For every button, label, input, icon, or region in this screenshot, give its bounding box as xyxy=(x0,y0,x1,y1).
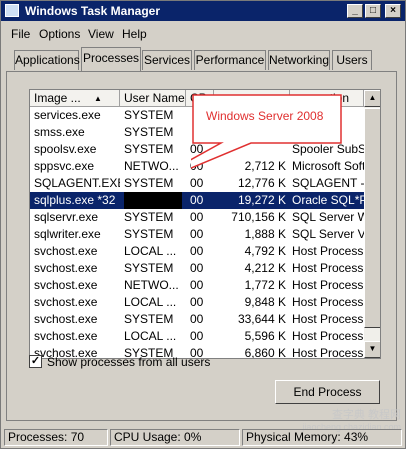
table-row[interactable]: svchost.exe LOCAL ... 00 4,792 K Host Proces… xyxy=(30,243,364,260)
show-all-users-label[interactable]: Show processes from all users xyxy=(47,355,210,369)
scroll-down-arrow-icon[interactable]: ▼ xyxy=(364,341,380,358)
scroll-thumb[interactable] xyxy=(364,108,380,328)
cell-user-name: SYSTEM xyxy=(124,142,174,156)
cell-image-name: sppsvc.exe xyxy=(34,159,95,173)
cell-description: Host Process f xyxy=(292,329,364,343)
tab-applications[interactable]: Applications xyxy=(14,50,80,70)
maximize-button[interactable]: □ xyxy=(365,4,381,18)
status-bar: Processes: 70 CPU Usage: 0% Physical Mem… xyxy=(1,427,405,448)
minimize-button[interactable]: _ xyxy=(347,4,363,18)
task-manager-window: Windows Task Manager _ □ × File Options … xyxy=(0,0,406,449)
sort-arrow-icon: ▲ xyxy=(94,94,102,103)
cell-description: Host Process f xyxy=(292,244,364,258)
menu-file[interactable]: File xyxy=(11,27,30,41)
cell-cpu: 00 xyxy=(190,227,204,241)
cell-description: Host Process f xyxy=(292,261,364,275)
cell-cpu: 00 xyxy=(190,244,204,258)
cell-description: SQL Server VS xyxy=(292,227,364,241)
cell-cpu: 00 xyxy=(190,312,204,326)
menu-bar: File Options View Help xyxy=(1,22,405,44)
window-title: Windows Task Manager xyxy=(25,4,161,18)
cell-user-name: SYSTEM xyxy=(124,125,174,139)
tab-strip: Applications Processes Services Performa… xyxy=(1,45,405,71)
cell-cpu: 00 xyxy=(190,329,204,343)
cell-user-name: SYSTEM xyxy=(124,227,174,241)
cell-user-name: LOCAL ... xyxy=(124,244,177,258)
callout-text: Windows Server 2008 xyxy=(206,109,324,123)
table-row[interactable]: svchost.exe LOCAL ... 00 5,596 K Host Proces… xyxy=(30,328,364,345)
cell-image-name: smss.exe xyxy=(34,125,85,139)
cell-user-name: NETWO... xyxy=(124,278,179,292)
cell-image-name: svchost.exe xyxy=(34,295,98,309)
watermark-title: 查字典 教程网 xyxy=(331,409,401,421)
cell-user-name: SYSTEM xyxy=(124,176,174,190)
scroll-up-arrow-icon[interactable]: ▲ xyxy=(364,90,380,107)
status-processes: Processes: 70 xyxy=(4,429,108,446)
cell-user-name: LOCAL ... xyxy=(124,295,177,309)
redacted-user-block xyxy=(124,192,182,209)
status-cpu-usage: CPU Usage: 0% xyxy=(110,429,240,446)
cell-user-name: SYSTEM xyxy=(124,210,174,224)
cell-memory: 1,772 K xyxy=(244,278,286,292)
table-row[interactable]: svchost.exe NETWO... 00 1,772 K Host Process… xyxy=(30,277,364,294)
title-bar[interactable]: Windows Task Manager _ □ × xyxy=(1,1,405,21)
cell-cpu: 00 xyxy=(190,295,204,309)
tab-services[interactable]: Services xyxy=(142,50,192,70)
vertical-scrollbar[interactable]: ▲ ▼ xyxy=(364,90,380,358)
table-row[interactable]: sqlwriter.exe SYSTEM 00 1,888 K SQL Server V… xyxy=(30,226,364,243)
cell-image-name: svchost.exe xyxy=(34,278,98,292)
cell-memory: 9,848 K xyxy=(244,295,286,309)
cell-description: Host Process f xyxy=(292,346,364,359)
cell-description: Host Process f xyxy=(292,312,364,326)
column-user-name[interactable]: User Name xyxy=(120,90,186,107)
cell-image-name: services.exe xyxy=(34,108,101,122)
cell-user-name: LOCAL ... xyxy=(124,329,177,343)
cell-memory: 1,888 K xyxy=(244,227,286,241)
table-row[interactable]: svchost.exe SYSTEM 00 4,212 K Host Process f xyxy=(30,260,364,277)
cell-image-name: sqlplus.exe *32 xyxy=(34,193,116,207)
tab-performance[interactable]: Performance xyxy=(194,50,266,70)
close-button[interactable]: × xyxy=(385,4,401,18)
end-process-button[interactable]: End Process xyxy=(275,380,380,404)
cell-memory: 33,644 K xyxy=(237,312,286,326)
menu-help[interactable]: Help xyxy=(122,27,147,41)
cell-memory: 4,792 K xyxy=(244,244,286,258)
cell-user-name: SYSTEM xyxy=(124,312,174,326)
menu-view[interactable]: View xyxy=(88,27,114,41)
table-row[interactable]: svchost.exe LOCAL ... 00 9,848 K Host Proces… xyxy=(30,294,364,311)
column-image-name-label: Image ... xyxy=(34,91,81,105)
tab-processes[interactable]: Processes xyxy=(81,47,141,71)
cell-cpu: 00 xyxy=(190,278,204,292)
cell-memory: 4,212 K xyxy=(244,261,286,275)
cell-image-name: svchost.exe xyxy=(34,244,98,258)
cell-image-name: SQLAGENT.EXE xyxy=(34,176,120,190)
menu-options[interactable]: Options xyxy=(39,27,80,41)
cell-user-name: SYSTEM xyxy=(124,108,174,122)
cell-description: Host Process f xyxy=(292,295,364,309)
cell-image-name: sqlservr.exe xyxy=(34,210,99,224)
cell-user-name: SYSTEM xyxy=(124,261,174,275)
cell-image-name: svchost.exe xyxy=(34,312,98,326)
table-row[interactable]: svchost.exe SYSTEM 00 33,644 K Host Process … xyxy=(30,311,364,328)
column-image-name[interactable]: Image ... ▲ xyxy=(30,90,120,107)
cell-image-name: spoolsv.exe xyxy=(34,142,97,156)
cell-description: Host Process f xyxy=(292,278,364,292)
tab-users[interactable]: Users xyxy=(332,50,372,70)
cell-cpu: 00 xyxy=(190,261,204,275)
cell-user-name: NETWO... xyxy=(124,159,179,173)
cell-image-name: svchost.exe xyxy=(34,329,98,343)
cell-image-name: sqlwriter.exe xyxy=(34,227,101,241)
cell-memory: 6,860 K xyxy=(244,346,286,359)
show-all-users-checkbox[interactable]: ✓ xyxy=(29,355,42,368)
cell-memory: 5,596 K xyxy=(244,329,286,343)
task-manager-icon xyxy=(5,4,19,17)
cell-image-name: svchost.exe xyxy=(34,261,98,275)
status-physical-memory: Physical Memory: 43% xyxy=(242,429,402,446)
tab-networking[interactable]: Networking xyxy=(268,50,330,70)
